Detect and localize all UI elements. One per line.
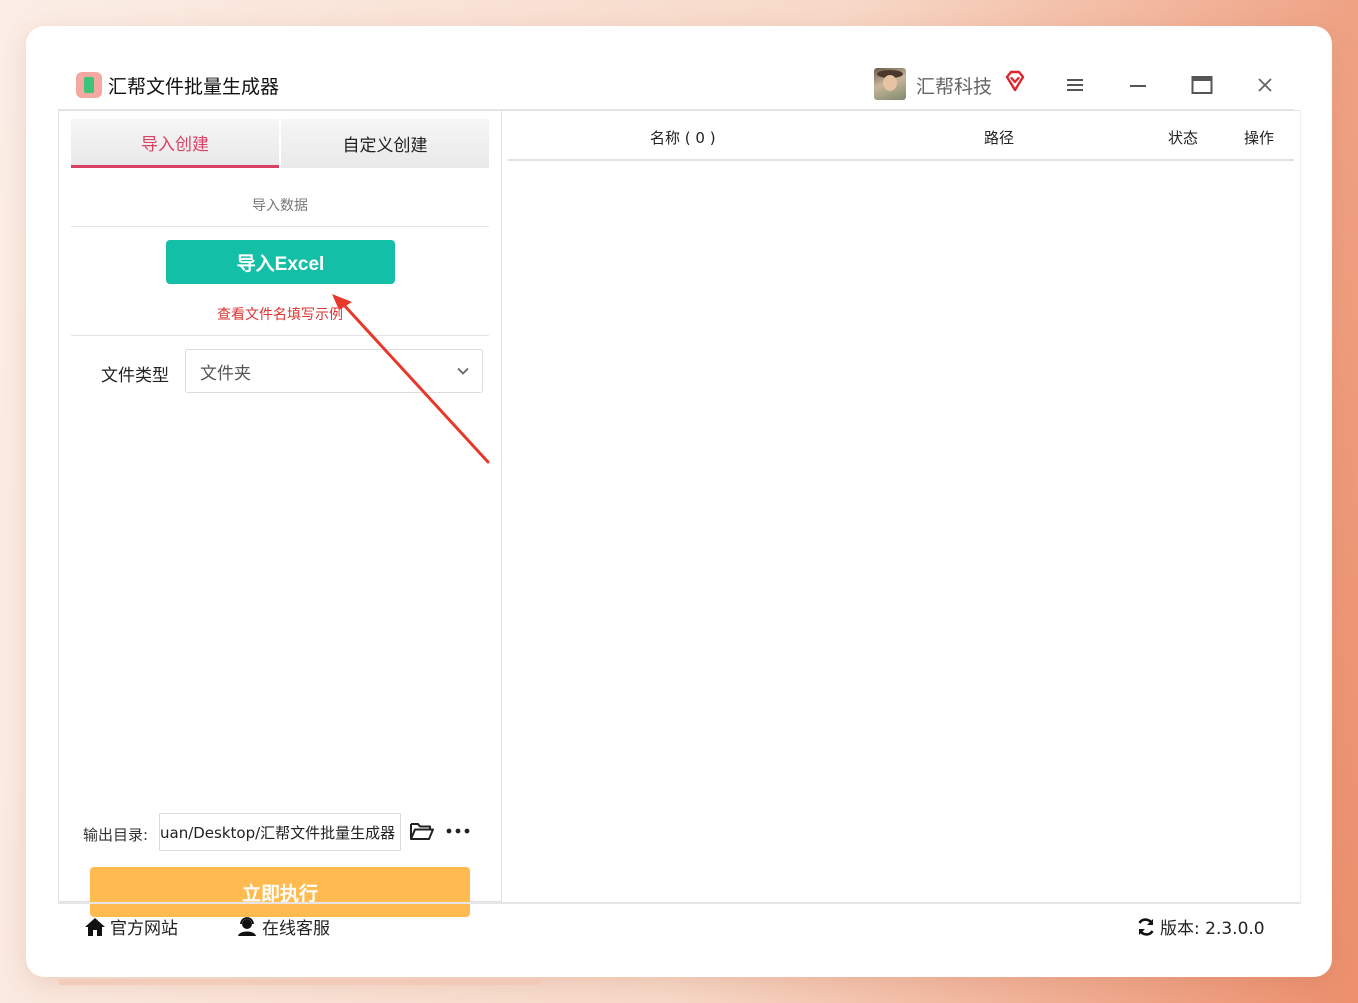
- maximize-button[interactable]: [1187, 70, 1217, 100]
- customer-service-icon: [238, 916, 256, 936]
- output-dir-label: 输出目录:: [83, 826, 149, 844]
- user-name[interactable]: 汇帮科技: [916, 72, 992, 99]
- menu-button[interactable]: [1060, 70, 1090, 100]
- close-icon: [1258, 78, 1272, 92]
- import-excel-button[interactable]: 导入Excel: [166, 240, 395, 284]
- home-icon: [85, 917, 105, 936]
- chevron-down-icon: [457, 367, 469, 375]
- section-divider: [71, 335, 489, 336]
- maximize-icon: [1191, 76, 1213, 94]
- table-header: 名称 ( 0 ) 路径 状态 操作: [508, 111, 1294, 161]
- more-options-icon[interactable]: [445, 821, 471, 841]
- column-path[interactable]: 路径: [984, 127, 1014, 148]
- official-site-label: 官方网站: [110, 919, 178, 939]
- minimize-icon: [1130, 85, 1146, 87]
- column-action[interactable]: 操作: [1244, 127, 1274, 148]
- minimize-button[interactable]: [1123, 70, 1153, 100]
- column-name[interactable]: 名称 ( 0 ): [650, 127, 716, 148]
- app-title: 汇帮文件批量生成器: [108, 76, 280, 98]
- import-section-label: 导入数据: [252, 198, 308, 214]
- tab-import-create[interactable]: 导入创建: [71, 119, 279, 168]
- output-dir-input[interactable]: uan/Desktop/汇帮文件批量生成器: [159, 813, 401, 851]
- example-link[interactable]: 查看文件名填写示例: [71, 304, 489, 324]
- footer-bar: 官方网站 在线客服 版本: 2.3.0.0: [58, 902, 1301, 948]
- app-logo-icon: [76, 72, 102, 98]
- online-service-label: 在线客服: [262, 919, 330, 939]
- online-service-link[interactable]: 在线客服: [236, 914, 330, 939]
- hamburger-icon: [1067, 79, 1083, 91]
- tab-custom-create[interactable]: 自定义创建: [279, 119, 489, 168]
- output-dir-value: uan/Desktop/汇帮文件批量生成器: [160, 823, 396, 842]
- decorative-strip: [58, 979, 542, 985]
- column-status[interactable]: 状态: [1168, 127, 1198, 148]
- folder-open-icon[interactable]: [409, 819, 435, 843]
- close-button[interactable]: [1250, 70, 1280, 100]
- mode-tabs: 导入创建 自定义创建: [71, 119, 489, 168]
- section-divider: [71, 226, 489, 227]
- main-window: 汇帮文件批量生成器 汇帮科技 导入创建 自定义创建 导入数据 导入Excel 查…: [58, 58, 1301, 948]
- official-site-link[interactable]: 官方网站: [84, 914, 178, 939]
- user-avatar[interactable]: [874, 68, 906, 100]
- title-bar[interactable]: 汇帮文件批量生成器 汇帮科技: [58, 58, 1301, 110]
- filetype-value: 文件夹: [200, 363, 251, 384]
- refresh-icon: [1138, 917, 1154, 936]
- version-info[interactable]: 版本: 2.3.0.0: [1136, 914, 1265, 939]
- filetype-select[interactable]: 文件夹: [185, 349, 483, 393]
- left-panel: 导入创建 自定义创建 导入数据 导入Excel 查看文件名填写示例 文件类型 文…: [58, 110, 502, 917]
- file-list-panel: 名称 ( 0 ) 路径 状态 操作: [502, 110, 1301, 902]
- filetype-label: 文件类型: [101, 366, 169, 386]
- vip-diamond-icon[interactable]: [1003, 69, 1027, 93]
- version-label: 版本: 2.3.0.0: [1160, 919, 1265, 939]
